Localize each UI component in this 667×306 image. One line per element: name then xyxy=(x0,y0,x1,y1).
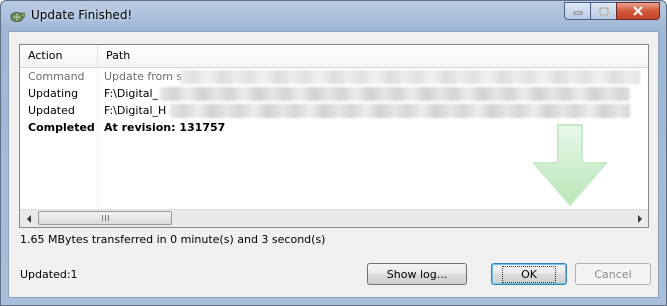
close-icon xyxy=(633,6,643,16)
update-list[interactable]: Action Path Command Update from s Updati… xyxy=(19,44,649,228)
row-action: Completed xyxy=(28,121,95,134)
redacted-region xyxy=(160,87,630,101)
row-action: Updating xyxy=(28,87,79,100)
column-header-path[interactable]: Path xyxy=(98,45,648,67)
minimize-button[interactable] xyxy=(564,2,590,20)
dialog-client-area: Action Path Command Update from s Updati… xyxy=(8,31,659,298)
transfer-info: 1.65 MBytes transferred in 0 minute(s) a… xyxy=(20,233,326,246)
caption-buttons xyxy=(564,2,660,21)
row-path: F:\Digital_ xyxy=(104,87,159,100)
arrow-left-icon xyxy=(26,214,31,223)
cancel-button[interactable]: Cancel xyxy=(575,263,651,285)
list-row[interactable]: Completed At revision: 131757 xyxy=(20,119,648,136)
grip-icon xyxy=(101,215,109,221)
update-status: Updated:1 xyxy=(20,268,78,281)
maximize-icon xyxy=(598,6,609,16)
minimize-icon xyxy=(573,11,582,15)
show-log-button[interactable]: Show log... xyxy=(367,263,467,285)
ok-button[interactable]: OK xyxy=(491,263,567,285)
tortoise-icon xyxy=(10,12,25,22)
row-action: Updated xyxy=(28,104,75,117)
horizontal-scrollbar[interactable] xyxy=(20,209,648,227)
arrow-right-icon xyxy=(637,214,642,223)
window-title: Update Finished! xyxy=(31,8,133,22)
maximize-button[interactable] xyxy=(590,2,616,20)
list-header: Action Path xyxy=(20,45,648,68)
redacted-region xyxy=(180,70,640,84)
update-finished-dialog: Update Finished! Action Path Command Upd… xyxy=(0,0,667,306)
column-header-action[interactable]: Action xyxy=(20,45,98,67)
redacted-region xyxy=(170,104,630,118)
close-button[interactable] xyxy=(616,2,660,20)
ok-button-label: OK xyxy=(502,265,556,283)
row-path: Update from s xyxy=(104,70,183,83)
scroll-right-button[interactable] xyxy=(631,210,648,227)
row-action: Command xyxy=(28,70,85,83)
row-path: At revision: 131757 xyxy=(104,121,226,134)
scroll-left-button[interactable] xyxy=(20,210,37,227)
title-bar[interactable]: Update Finished! xyxy=(1,1,666,31)
scroll-thumb[interactable] xyxy=(38,211,172,225)
row-path: F:\Digital_H xyxy=(104,104,167,117)
